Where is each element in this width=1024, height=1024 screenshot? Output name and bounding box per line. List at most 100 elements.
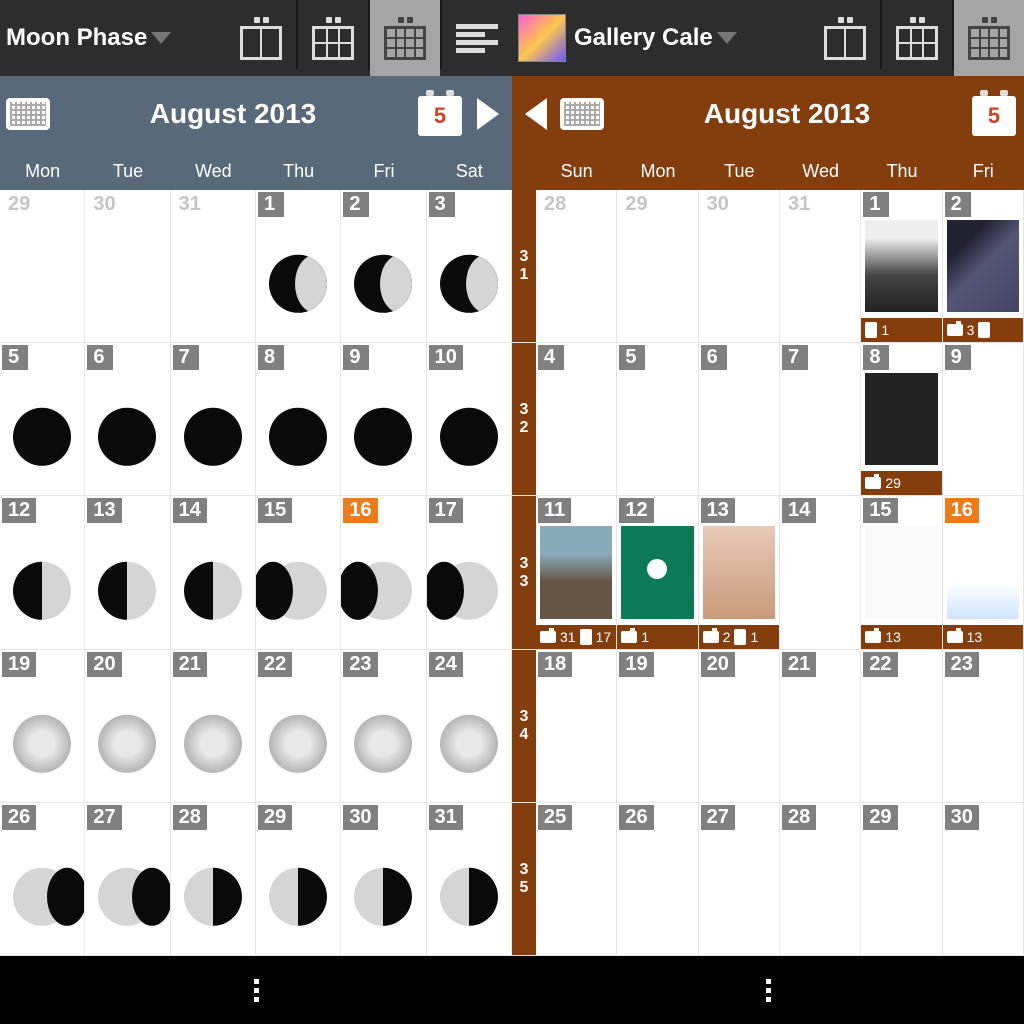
day-cell[interactable]: 829 xyxy=(861,343,942,495)
day-cell[interactable]: 22 xyxy=(861,650,942,802)
day-cell[interactable]: 21 xyxy=(780,650,861,802)
view-btn-month[interactable] xyxy=(954,0,1024,76)
view-btn-2[interactable] xyxy=(298,0,368,76)
prev-month-button[interactable] xyxy=(518,89,554,139)
day-cell[interactable]: 23 xyxy=(341,650,426,802)
month-header: August 2013 5 xyxy=(0,76,512,152)
day-cell[interactable]: 31 xyxy=(171,190,256,342)
day-cell[interactable]: 25 xyxy=(536,803,617,955)
day-cell[interactable]: 30 xyxy=(699,190,780,342)
day-cell[interactable]: 15 xyxy=(256,496,341,648)
day-cell[interactable]: 14 xyxy=(171,496,256,648)
day-cell[interactable]: 23 xyxy=(943,650,1024,802)
menu-button[interactable] xyxy=(254,979,259,1002)
day-cell[interactable]: 29 xyxy=(0,190,85,342)
day-cell[interactable]: 1613 xyxy=(943,496,1024,648)
day-number: 29 xyxy=(2,192,36,217)
view-btn-month[interactable] xyxy=(370,0,440,76)
day-cell[interactable]: 113117 xyxy=(536,496,617,648)
day-cell[interactable]: 30 xyxy=(85,190,170,342)
day-number: 12 xyxy=(2,498,36,523)
day-cell[interactable]: 28 xyxy=(780,803,861,955)
day-cell[interactable]: 18 xyxy=(536,650,617,802)
day-cell[interactable]: 27 xyxy=(699,803,780,955)
day-cell[interactable]: 28 xyxy=(536,190,617,342)
day-cell[interactable]: 8 xyxy=(256,343,341,495)
calendar-grid: 2930311235678910121314151617192021222324… xyxy=(0,190,512,956)
day-cell[interactable]: 9 xyxy=(341,343,426,495)
day-cell[interactable]: 31 xyxy=(427,803,512,955)
day-cell[interactable]: 2 xyxy=(341,190,426,342)
day-cell[interactable]: 30 xyxy=(341,803,426,955)
month-title[interactable]: August 2013 xyxy=(56,98,410,130)
today-button[interactable]: 5 xyxy=(416,90,464,138)
day-cell[interactable]: 11 xyxy=(861,190,942,342)
keyboard-icon[interactable] xyxy=(560,98,604,130)
moon-phase-icon xyxy=(13,408,71,466)
day-number: 26 xyxy=(619,805,653,830)
app-title-dropdown[interactable]: Moon Phase xyxy=(0,20,177,56)
photo-counter: 21 xyxy=(699,625,779,649)
app-title: Gallery Cale xyxy=(574,24,713,52)
menu-button[interactable] xyxy=(766,979,771,1002)
day-cell[interactable]: 1513 xyxy=(861,496,942,648)
day-number: 31 xyxy=(173,192,207,217)
day-cell[interactable]: 121 xyxy=(617,496,698,648)
today-button[interactable]: 5 xyxy=(970,90,1018,138)
day-cell[interactable]: 5 xyxy=(0,343,85,495)
day-cell[interactable]: 5 xyxy=(617,343,698,495)
phone-icon xyxy=(978,322,990,338)
month-title[interactable]: August 2013 xyxy=(610,98,964,130)
day-cell[interactable]: 21 xyxy=(171,650,256,802)
app-title: Moon Phase xyxy=(6,24,147,52)
day-cell[interactable]: 6 xyxy=(85,343,170,495)
day-cell[interactable]: 14 xyxy=(780,496,861,648)
day-cell[interactable]: 20 xyxy=(85,650,170,802)
day-cell[interactable]: 3 xyxy=(427,190,512,342)
day-cell[interactable]: 29 xyxy=(861,803,942,955)
day-cell[interactable]: 9 xyxy=(943,343,1024,495)
day-cell[interactable]: 7 xyxy=(780,343,861,495)
view-switcher xyxy=(226,0,512,76)
day-cell[interactable]: 12 xyxy=(0,496,85,648)
next-month-button[interactable] xyxy=(470,89,506,139)
day-cell[interactable]: 20 xyxy=(699,650,780,802)
view-btn-1[interactable] xyxy=(810,0,880,76)
day-cell[interactable]: 6 xyxy=(699,343,780,495)
day-cell[interactable]: 19 xyxy=(617,650,698,802)
keyboard-icon[interactable] xyxy=(6,98,50,130)
day-cell[interactable]: 22 xyxy=(256,650,341,802)
day-number: 12 xyxy=(619,498,653,523)
day-cell[interactable]: 28 xyxy=(171,803,256,955)
view-btn-2[interactable] xyxy=(882,0,952,76)
day-cell[interactable]: 24 xyxy=(427,650,512,802)
photo-counter: 13 xyxy=(861,625,941,649)
day-cell[interactable]: 4 xyxy=(536,343,617,495)
day-cell[interactable]: 23 xyxy=(943,190,1024,342)
day-cell[interactable]: 1321 xyxy=(699,496,780,648)
day-cell[interactable]: 13 xyxy=(85,496,170,648)
day-cell[interactable]: 7 xyxy=(171,343,256,495)
day-cell[interactable]: 27 xyxy=(85,803,170,955)
day-number: 9 xyxy=(343,345,369,370)
day-cell[interactable]: 10 xyxy=(427,343,512,495)
app-title-dropdown[interactable]: Gallery Cale xyxy=(512,10,743,66)
day-cell[interactable]: 1 xyxy=(256,190,341,342)
day-cell[interactable]: 17 xyxy=(427,496,512,648)
day-number: 30 xyxy=(87,192,121,217)
moon-phase-icon xyxy=(354,255,412,313)
moon-phase-icon xyxy=(440,715,498,773)
day-cell[interactable]: 31 xyxy=(780,190,861,342)
day-cell[interactable]: 30 xyxy=(943,803,1024,955)
day-cell[interactable]: 26 xyxy=(617,803,698,955)
day-cell[interactable]: 16 xyxy=(341,496,426,648)
view-btn-1[interactable] xyxy=(226,0,296,76)
week-number: 32 xyxy=(512,343,536,495)
day-cell[interactable]: 26 xyxy=(0,803,85,955)
day-cell[interactable]: 29 xyxy=(256,803,341,955)
moon-phase-icon xyxy=(440,408,498,466)
day-number: 17 xyxy=(429,498,463,523)
view-btn-list[interactable] xyxy=(442,0,512,76)
day-cell[interactable]: 29 xyxy=(617,190,698,342)
day-cell[interactable]: 19 xyxy=(0,650,85,802)
